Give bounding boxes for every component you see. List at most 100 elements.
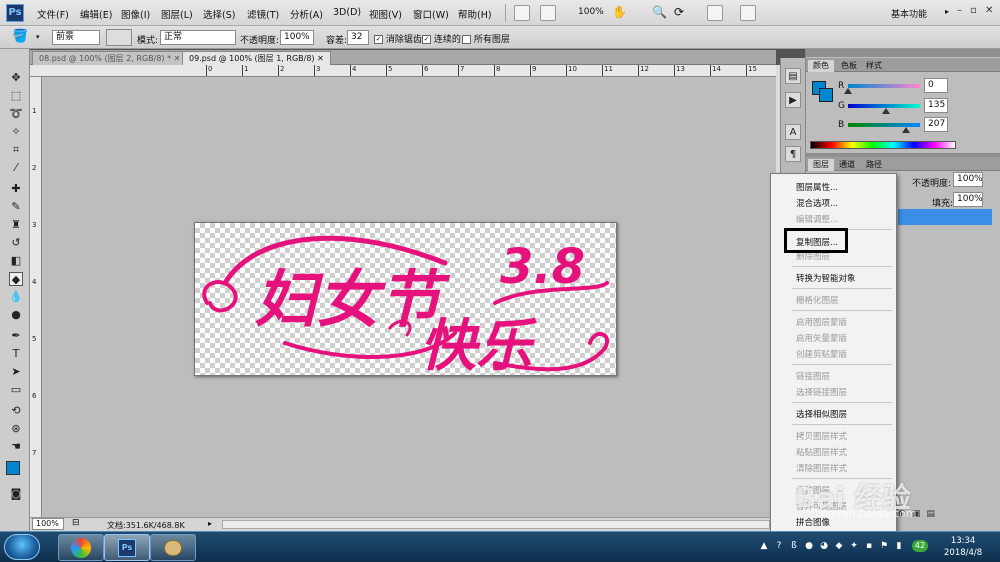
tray-expand-icon[interactable]: ▲ — [758, 540, 770, 552]
hand-icon[interactable]: ☚ — [9, 440, 23, 454]
tray-app-icon-2[interactable]: ◆ — [833, 540, 845, 552]
menu-3d[interactable]: 3D(D) — [333, 7, 361, 18]
minimize-icon[interactable]: – — [957, 5, 962, 16]
status-icon[interactable]: ⊟ — [72, 518, 80, 528]
antialias-checkbox[interactable]: ✓ 消除锯齿 — [374, 32, 422, 45]
tab-09[interactable]: 09.psd @ 100% (图层 1, RGB/8) ✕ — [182, 51, 331, 65]
menu-file[interactable]: 文件(F) — [37, 7, 69, 21]
close-icon[interactable]: ✕ — [985, 5, 993, 16]
dodge-tool-icon[interactable]: ● — [9, 308, 23, 322]
lasso-tool-icon[interactable]: ➰ — [9, 107, 23, 121]
paint-bucket-tool-icon[interactable]: ◆ — [9, 272, 23, 286]
menu-analysis[interactable]: 分析(A) — [290, 7, 323, 21]
menu-layer[interactable]: 图层(L) — [161, 7, 193, 21]
marquee-tool-icon[interactable]: ⬚ — [9, 89, 23, 103]
tray-bluetooth-icon[interactable]: ß — [788, 540, 800, 552]
context-menu-item[interactable]: 转换为智能对象 — [796, 272, 856, 284]
tool-preset-chevron-icon[interactable]: ▾ — [36, 33, 40, 41]
zoom-level[interactable]: 100% — [578, 7, 604, 17]
tab-paths[interactable]: 路径 — [861, 159, 887, 171]
menu-window[interactable]: 窗口(W) — [413, 7, 449, 21]
restore-icon[interactable]: ▫ — [970, 5, 977, 16]
status-zoom-input[interactable]: 100% — [32, 518, 64, 530]
arrange-documents-icon[interactable] — [707, 5, 723, 21]
tab-08[interactable]: 08.psd @ 100% (图层 2, RGB/8) * ✕ — [32, 51, 188, 65]
3d-orbit-icon[interactable]: ⊛ — [9, 422, 23, 436]
layer-fill-input[interactable]: 100% — [953, 192, 983, 207]
type-tool-icon[interactable]: T — [9, 347, 23, 361]
g-input[interactable]: 135 — [924, 98, 948, 113]
taskbar-app-photoshop[interactable]: Ps — [104, 534, 150, 561]
tray-app-icon-4[interactable]: ▪ — [863, 540, 875, 552]
horizontal-scrollbar[interactable] — [222, 520, 770, 529]
fill-source-select[interactable]: 前景 — [52, 30, 100, 45]
context-menu-item[interactable]: 图层属性... — [796, 181, 838, 193]
start-button[interactable] — [4, 534, 40, 560]
g-slider-thumb[interactable] — [882, 108, 891, 114]
color-bg-swatch[interactable] — [819, 88, 833, 102]
b-slider-thumb[interactable] — [902, 127, 911, 133]
tab-swatches[interactable]: 色板 — [836, 60, 862, 72]
menu-image[interactable]: 图像(I) — [121, 7, 150, 21]
tray-badge[interactable]: 42 — [912, 540, 928, 552]
color-spectrum-bar[interactable] — [810, 141, 956, 149]
r-slider[interactable] — [848, 84, 920, 88]
mode-select[interactable]: 正常 — [160, 30, 236, 45]
bridge-icon[interactable] — [514, 5, 530, 21]
crop-tool-icon[interactable]: ⌗ — [9, 143, 23, 157]
tray-help-icon[interactable]: ? — [773, 540, 785, 552]
tolerance-input[interactable]: 32 — [347, 30, 369, 45]
pen-tool-icon[interactable]: ✒ — [9, 329, 23, 343]
3d-rotate-icon[interactable]: ⟲ — [9, 404, 23, 418]
tab-layers[interactable]: 图层 — [808, 159, 834, 171]
foreground-color-swatch[interactable] — [6, 461, 20, 475]
paragraph-panel-icon[interactable]: ¶ — [785, 146, 801, 162]
menu-select[interactable]: 选择(S) — [203, 7, 235, 21]
taskbar-app-browser[interactable] — [58, 534, 104, 561]
menu-help[interactable]: 帮助(H) — [458, 7, 492, 21]
screen-mode-icon[interactable] — [740, 5, 756, 21]
context-menu-item[interactable]: 混合选项... — [796, 197, 838, 209]
hand-tool-icon[interactable]: ✋ — [612, 5, 627, 19]
character-panel-icon[interactable]: A — [785, 124, 801, 140]
workspace-switcher[interactable]: 基本功能 — [891, 7, 927, 20]
healing-brush-icon[interactable]: ✚ — [9, 182, 23, 196]
tab-styles[interactable]: 样式 — [861, 60, 887, 72]
history-brush-icon[interactable]: ↺ — [9, 236, 23, 250]
tray-qq-icon[interactable]: ◕ — [818, 540, 830, 552]
r-slider-thumb[interactable] — [844, 88, 852, 94]
history-panel-icon[interactable]: ▤ — [785, 68, 801, 84]
opacity-input[interactable]: 100% — [280, 30, 314, 45]
contiguous-checkbox[interactable]: ✓ 连续的 — [422, 32, 461, 45]
tab-channels[interactable]: 通道 — [834, 159, 860, 171]
magic-wand-icon[interactable]: ✧ — [9, 125, 23, 139]
move-tool-icon[interactable]: ✥ — [9, 71, 23, 85]
actions-panel-icon[interactable]: ▶ — [785, 92, 801, 108]
shape-tool-icon[interactable]: ▭ — [9, 383, 23, 397]
tab-color[interactable]: 颜色 — [808, 60, 834, 72]
eyedropper-icon[interactable]: ⁄ — [9, 161, 23, 175]
context-menu-item[interactable]: 选择相似图层 — [796, 408, 847, 420]
r-input[interactable]: 0 — [924, 78, 948, 93]
tray-flag-icon[interactable]: ⚑ — [878, 540, 890, 552]
taskbar-app-paint[interactable] — [150, 534, 196, 561]
path-selection-icon[interactable]: ➤ — [9, 365, 23, 379]
rotate-view-icon[interactable]: ⟳ — [674, 5, 684, 19]
menu-view[interactable]: 视图(V) — [369, 7, 402, 21]
blur-tool-icon[interactable]: 💧 — [9, 290, 23, 304]
document-canvas[interactable]: 妇女节 快乐 3.8 — [194, 222, 617, 379]
b-input[interactable]: 207 — [924, 117, 948, 132]
menu-filter[interactable]: 滤镜(T) — [247, 7, 279, 21]
all-layers-checkbox[interactable]: 所有图层 — [462, 32, 510, 45]
quick-mask-icon[interactable]: ◙ — [9, 487, 23, 501]
tray-network-icon[interactable]: ▮ — [893, 540, 905, 552]
zoom-tool-icon[interactable]: 🔍 — [652, 5, 667, 19]
view-extras-icon[interactable] — [540, 5, 556, 21]
status-menu-chevron-icon[interactable]: ▸ — [208, 519, 212, 528]
clone-stamp-icon[interactable]: ♜ — [9, 218, 23, 232]
pattern-picker[interactable] — [106, 29, 132, 46]
eraser-icon[interactable]: ◧ — [9, 254, 23, 268]
taskbar-clock[interactable]: 13:34 2018/4/8 — [944, 535, 982, 559]
selected-layer-row[interactable] — [898, 209, 992, 225]
tray-app-icon-1[interactable]: ● — [803, 540, 815, 552]
